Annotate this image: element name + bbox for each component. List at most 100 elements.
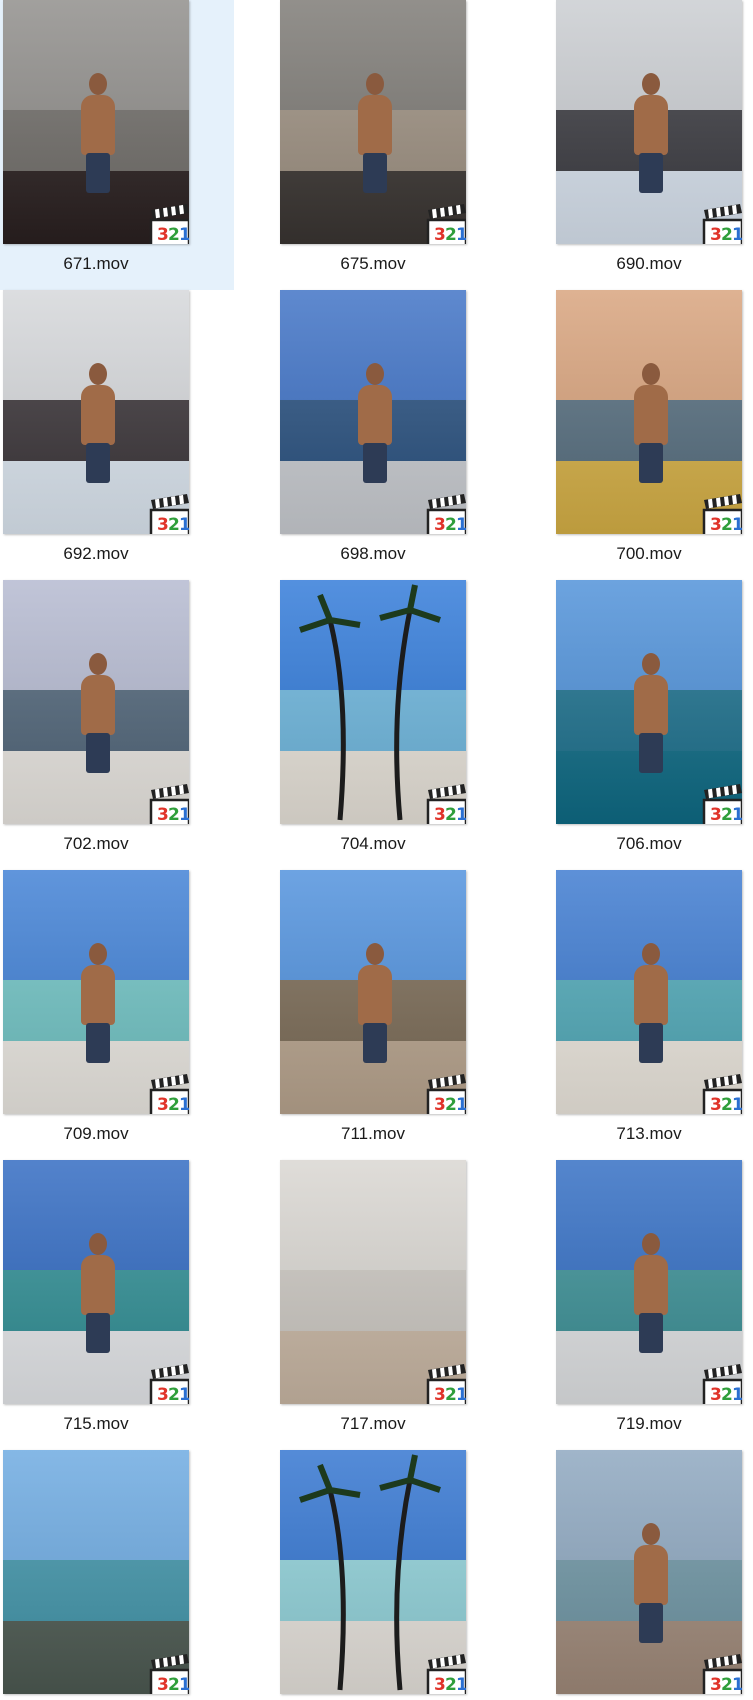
file-item[interactable]: 3 2 1 700.mov (514, 290, 753, 580)
media-player-classic-icon: 321 (424, 1362, 466, 1404)
media-player-classic-icon: 321 (424, 492, 466, 534)
file-name-label: 719.mov (616, 1414, 682, 1433)
media-player-classic-icon: 321 (700, 492, 742, 534)
file-item[interactable]: 321 (0, 1450, 234, 1700)
media-player-classic-icon: 321 (424, 782, 466, 824)
file-item[interactable]: 3 2 1 698.mov (234, 290, 514, 580)
media-player-classic-icon: 321 (424, 1072, 466, 1114)
person-figure (630, 363, 670, 484)
file-name-label: 675.mov (340, 254, 406, 273)
video-thumbnail[interactable]: 321 (556, 870, 742, 1114)
file-name-label: 704.mov (340, 834, 406, 853)
video-thumbnail[interactable]: 321 (3, 290, 189, 534)
svg-text:1: 1 (456, 1385, 466, 1404)
file-item[interactable]: 3 2 1 719.mov (514, 1160, 753, 1450)
video-thumbnail[interactable]: 321 (556, 580, 742, 824)
video-thumbnail[interactable]: 321 (3, 870, 189, 1114)
file-item[interactable]: 3 2 1 704.mov (234, 580, 514, 870)
media-player-classic-icon: 321 (147, 782, 189, 824)
video-thumbnail[interactable]: 321 (280, 1160, 466, 1404)
file-item[interactable]: 3 2 1 690.mov (514, 0, 753, 290)
video-thumbnail[interactable]: 321 (3, 1450, 189, 1694)
file-item[interactable]: 321 (514, 1450, 753, 1700)
file-item[interactable]: 321 (234, 1450, 514, 1700)
video-thumbnail[interactable]: 321 (280, 0, 466, 244)
video-thumbnail[interactable]: 321 (556, 1160, 742, 1404)
svg-text:1: 1 (732, 805, 742, 824)
media-player-classic-icon: 321 (700, 1362, 742, 1404)
svg-text:1: 1 (732, 1095, 742, 1114)
person-figure (77, 363, 117, 484)
media-player-classic-icon: 321 (424, 1652, 466, 1694)
file-item[interactable]: 3 2 1 713.mov (514, 870, 753, 1160)
person-figure (630, 73, 670, 194)
media-player-classic-icon: 321 (700, 202, 742, 244)
file-name-label: 702.mov (63, 834, 129, 853)
media-player-classic-icon: 321 (147, 1362, 189, 1404)
video-thumbnail[interactable]: 321 (556, 1450, 742, 1694)
file-item[interactable]: 3 2 1 692.mov (0, 290, 234, 580)
video-thumbnail[interactable]: 321 (280, 290, 466, 534)
svg-text:1: 1 (456, 515, 466, 534)
person-figure (77, 1233, 117, 1354)
media-player-classic-icon: 321 (147, 202, 189, 244)
person-figure (354, 73, 394, 194)
media-player-classic-icon: 321 (700, 782, 742, 824)
file-name-label: 711.mov (341, 1124, 405, 1143)
file-item[interactable]: 3 2 1 709.mov (0, 870, 234, 1160)
video-thumbnail[interactable]: 321 (280, 1450, 466, 1694)
file-item[interactable]: 3 2 1 711.mov (234, 870, 514, 1160)
file-name-label: 709.mov (63, 1124, 129, 1143)
video-thumbnail[interactable]: 321 (280, 870, 466, 1114)
svg-text:1: 1 (456, 1095, 466, 1114)
file-item[interactable]: 3 2 1 671.mov (0, 0, 234, 290)
file-item[interactable]: 3 2 1 675.mov (234, 0, 514, 290)
media-player-classic-icon: 321 (700, 1652, 742, 1694)
file-name-label: 717.mov (340, 1414, 406, 1433)
person-figure (630, 943, 670, 1064)
video-thumbnail[interactable]: 321 (556, 290, 742, 534)
file-grid: 3 2 1 671.mov 3 2 1 675.mov 3 2 1 690.mov 3 2 1 692.mov… (0, 0, 753, 1700)
svg-text:1: 1 (179, 1675, 189, 1694)
svg-text:1: 1 (732, 225, 742, 244)
svg-text:1: 1 (179, 515, 189, 534)
person-figure (354, 943, 394, 1064)
person-figure (630, 1523, 670, 1644)
file-name-label: 700.mov (616, 544, 682, 563)
file-name-label: 706.mov (616, 834, 682, 853)
file-item[interactable]: 3 2 1 715.mov (0, 1160, 234, 1450)
svg-text:1: 1 (456, 805, 466, 824)
svg-text:1: 1 (732, 1385, 742, 1404)
file-item[interactable]: 3 2 1 702.mov (0, 580, 234, 870)
media-player-classic-icon: 321 (147, 1652, 189, 1694)
svg-text:1: 1 (456, 1675, 466, 1694)
media-player-classic-icon: 321 (424, 202, 466, 244)
svg-text:1: 1 (179, 805, 189, 824)
media-player-classic-icon: 321 (700, 1072, 742, 1114)
video-thumbnail[interactable]: 321 (280, 580, 466, 824)
person-figure (77, 73, 117, 194)
media-player-classic-icon: 321 (147, 492, 189, 534)
file-name-label: 715.mov (63, 1414, 129, 1433)
file-item[interactable]: 3 2 1 706.mov (514, 580, 753, 870)
person-figure (630, 1233, 670, 1354)
video-thumbnail[interactable]: 321 (3, 0, 189, 244)
file-name-label: 690.mov (616, 254, 682, 273)
person-figure (630, 653, 670, 774)
video-thumbnail[interactable]: 321 (556, 0, 742, 244)
video-thumbnail[interactable]: 321 (3, 1160, 189, 1404)
file-name-label: 698.mov (340, 544, 406, 563)
svg-text:1: 1 (179, 225, 189, 244)
svg-text:1: 1 (179, 1095, 189, 1114)
person-figure (354, 363, 394, 484)
file-name-label: 713.mov (616, 1124, 682, 1143)
person-figure (77, 653, 117, 774)
file-name-label: 671.mov (63, 254, 129, 273)
svg-text:1: 1 (732, 515, 742, 534)
svg-text:1: 1 (732, 1675, 742, 1694)
file-item[interactable]: 3 2 1 717.mov (234, 1160, 514, 1450)
svg-text:1: 1 (456, 225, 466, 244)
svg-text:1: 1 (179, 1385, 189, 1404)
media-player-classic-icon: 321 (147, 1072, 189, 1114)
video-thumbnail[interactable]: 321 (3, 580, 189, 824)
